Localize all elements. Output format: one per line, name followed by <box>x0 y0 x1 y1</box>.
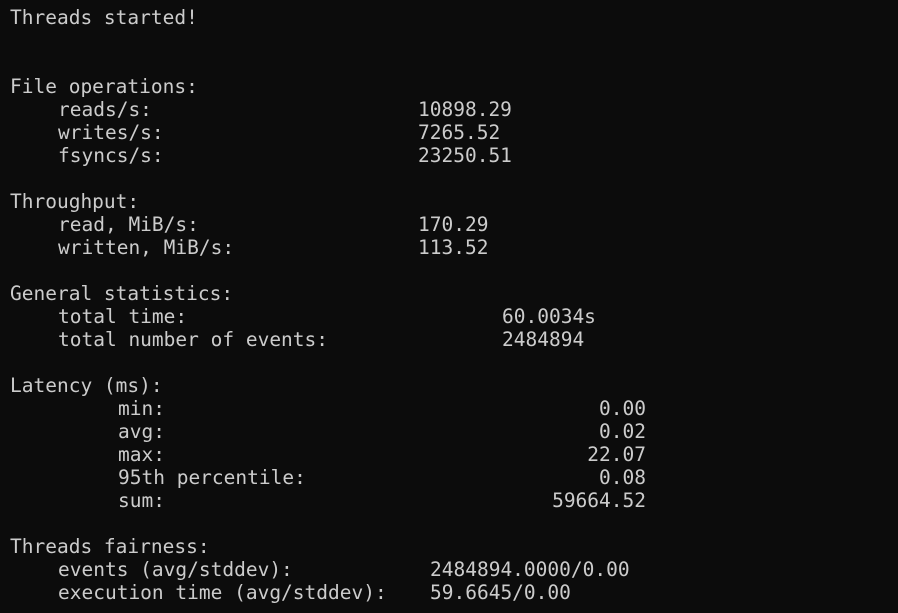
throughput-value: 113.52 <box>418 236 489 259</box>
latency-label: max: <box>118 443 165 466</box>
throughput-label: written, MiB/s: <box>58 236 235 259</box>
latency-label: avg: <box>118 420 165 443</box>
file-operations-value: 7265.52 <box>418 121 501 144</box>
latency-value: 0.08 <box>599 466 646 489</box>
latency-value: 0.02 <box>599 420 646 443</box>
file-operations-heading: File operations: <box>10 75 198 98</box>
threads-fairness-heading: Threads fairness: <box>10 535 210 558</box>
latency-heading: Latency (ms): <box>10 374 163 397</box>
file-operations-label: writes/s: <box>58 121 164 144</box>
terminal-window[interactable]: Threads started! File operations: reads/s:… <box>0 0 898 613</box>
file-operations-value: 23250.51 <box>418 144 512 167</box>
threads-fairness-value: 59.6645/0.00 <box>430 581 571 604</box>
latency-value: 22.07 <box>587 443 646 466</box>
latency-value: 0.00 <box>599 397 646 420</box>
banner-line: Threads started! <box>10 6 198 29</box>
file-operations-label: reads/s: <box>58 98 152 121</box>
file-operations-value: 10898.29 <box>418 98 512 121</box>
throughput-label: read, MiB/s: <box>58 213 199 236</box>
throughput-heading: Throughput: <box>10 190 140 213</box>
throughput-value: 170.29 <box>418 213 489 236</box>
latency-value: 59664.52 <box>552 489 646 512</box>
latency-label: sum: <box>118 489 165 512</box>
threads-fairness-label: events (avg/stddev): <box>58 558 293 581</box>
general-statistics-heading: General statistics: <box>10 282 234 305</box>
file-operations-label: fsyncs/s: <box>58 144 164 167</box>
threads-fairness-value: 2484894.0000/0.00 <box>430 558 630 581</box>
latency-label: min: <box>118 397 165 420</box>
general-statistics-value: 2484894 <box>502 328 585 351</box>
latency-label: 95th percentile: <box>118 466 306 489</box>
general-statistics-label: total number of events: <box>58 328 329 351</box>
general-statistics-label: total time: <box>58 305 188 328</box>
threads-fairness-label: execution time (avg/stddev): <box>58 581 387 604</box>
general-statistics-value: 60.0034s <box>502 305 596 328</box>
